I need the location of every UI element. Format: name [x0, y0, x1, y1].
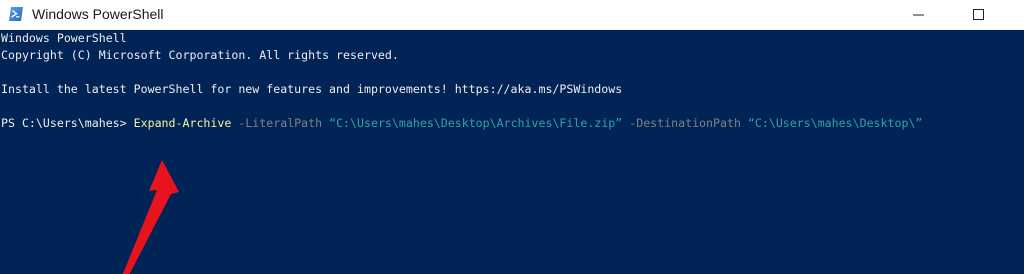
literal-path-param: -LiteralPath — [231, 116, 330, 130]
window-title: Windows PowerShell — [32, 6, 164, 22]
red-arrow-icon — [122, 160, 179, 274]
destination-path-param: -DestinationPath — [622, 116, 748, 130]
maximize-button[interactable] — [956, 0, 1002, 30]
cmdlet-name: Expand-Archive — [133, 116, 232, 130]
powershell-window: Windows PowerShell Windows PowerShell Co… — [0, 0, 1024, 274]
destination-path-value: “C:\Users\mahes\Desktop\” — [747, 116, 923, 130]
command-line[interactable]: PS C:\Users\mahes> Expand-Archive -Liter… — [1, 116, 922, 130]
title-bar[interactable]: Windows PowerShell — [0, 0, 1024, 30]
minimize-button[interactable] — [896, 0, 942, 30]
maximize-icon — [973, 9, 984, 20]
install-message: Install the latest PowerShell for new fe… — [1, 82, 623, 96]
literal-path-value: “C:\Users\mahes\Desktop\Archives\File.zi… — [329, 116, 623, 130]
console-area[interactable]: Windows PowerShell Copyright (C) Microso… — [0, 30, 1024, 274]
banner-title: Windows PowerShell — [1, 31, 127, 45]
prompt: PS C:\Users\mahes> — [1, 116, 134, 130]
powershell-icon[interactable] — [8, 6, 24, 22]
minimize-icon — [913, 14, 924, 16]
banner-copyright: Copyright (C) Microsoft Corporation. All… — [1, 48, 399, 62]
